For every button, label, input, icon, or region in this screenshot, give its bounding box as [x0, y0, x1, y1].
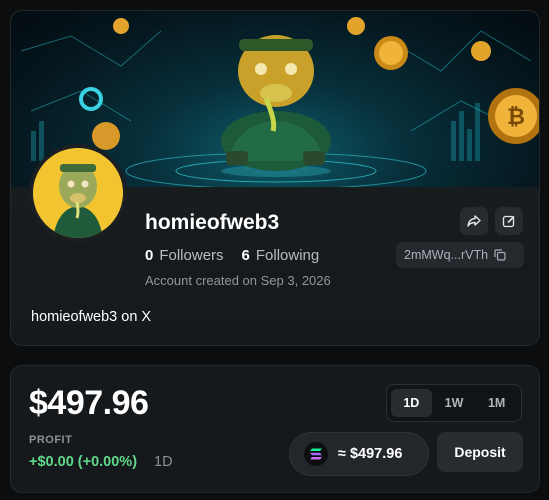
following-stat[interactable]: 6 Following	[242, 247, 320, 264]
sol-balance-value: ≈ $497.96	[338, 446, 403, 462]
deposit-button[interactable]: Deposit	[437, 432, 523, 472]
profit-value: +$0.00 (+0.00%)	[29, 454, 138, 470]
account-created-date: Account created on Sep 3, 2026	[145, 273, 331, 288]
time-range-selector: 1D 1W 1M	[386, 384, 522, 422]
copy-icon	[494, 249, 506, 261]
portfolio-value: $497.96	[29, 384, 149, 422]
follow-stats: 0 Followers 6 Following	[145, 247, 319, 264]
balance-card: $497.96 PROFIT +$0.00 (+0.00%) 1D 1D 1W …	[10, 365, 540, 493]
edit-profile-button[interactable]	[495, 207, 523, 235]
wallet-address: 2mMWq...rVTh	[404, 248, 489, 262]
profile-card: ₿ homieofweb3 0 Followers 6 Following Ac…	[10, 10, 540, 346]
svg-text:₿: ₿	[507, 104, 525, 129]
sol-balance-pill[interactable]: ≈ $497.96	[289, 432, 429, 476]
share-icon	[467, 215, 481, 227]
profile-bio: homieofweb3 on X	[31, 309, 152, 325]
edit-icon	[502, 215, 515, 228]
range-1d-button[interactable]: 1D	[391, 389, 432, 417]
avatar[interactable]	[29, 144, 127, 242]
followers-stat[interactable]: 0 Followers	[145, 247, 224, 264]
username: homieofweb3	[145, 211, 280, 234]
profit-period: 1D	[154, 454, 173, 470]
share-button[interactable]	[460, 207, 488, 235]
solana-icon	[304, 442, 328, 466]
range-1w-button[interactable]: 1W	[434, 389, 475, 417]
range-1m-button[interactable]: 1M	[476, 389, 517, 417]
wallet-address-copy[interactable]: 2mMWq...rVTh	[396, 242, 524, 268]
profit-label: PROFIT	[29, 434, 73, 446]
